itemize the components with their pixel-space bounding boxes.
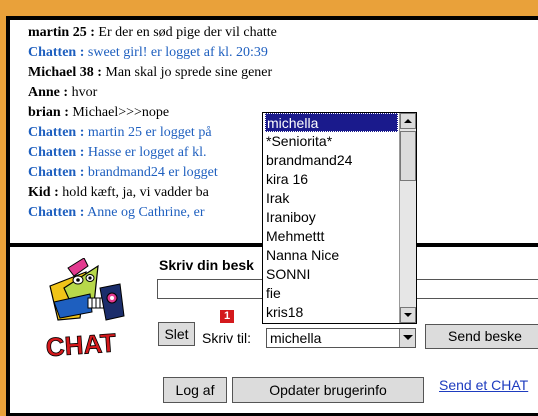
chevron-down-icon: [404, 313, 412, 317]
chat-message-separator: :: [60, 105, 69, 120]
dropdown-scrollbar[interactable]: [399, 113, 416, 323]
recipient-select[interactable]: michella: [266, 328, 416, 348]
send-chat-link[interactable]: Send et CHAT: [439, 377, 528, 393]
scroll-thumb[interactable]: [400, 131, 416, 181]
chat-message-author: Chatten: [28, 205, 77, 220]
chat-message-author: martin 25: [28, 25, 87, 40]
recipient-option[interactable]: Iraniboy: [265, 208, 399, 227]
compose-label: Skriv din besk: [159, 257, 254, 273]
recipient-option[interactable]: Irak: [265, 189, 399, 208]
chat-message-text: sweet girl! er logget af kl. 20:39: [84, 45, 268, 60]
chat-message-author: Chatten: [28, 145, 77, 160]
chat-message-text: Er der en sød pige der vil chatte: [94, 25, 277, 40]
recipient-select-value: michella: [270, 330, 322, 346]
chat-logo-text: CHAT: [45, 328, 117, 363]
write-to-label: Skriv til:: [202, 330, 251, 346]
chat-message-separator: :: [59, 85, 69, 100]
refresh-userinfo-button[interactable]: Opdater brugerinfo: [232, 377, 424, 403]
chat-message-text: Michael>>>nope: [68, 105, 170, 120]
chat-message: Chatten : sweet girl! er logget af kl. 2…: [28, 44, 268, 62]
chat-message: Chatten : martin 25 er logget på: [28, 124, 212, 142]
chat-message-author: Kid: [28, 185, 51, 200]
recipient-option[interactable]: Mehmettt: [265, 227, 399, 246]
chat-message-text: martin 25 er logget på: [84, 125, 212, 140]
chevron-up-icon: [404, 119, 412, 123]
chat-message-author: Michael 38: [28, 65, 94, 80]
chat-message-text: hvor: [68, 85, 98, 100]
chat-message: martin 25 : Er der en sød pige der vil c…: [28, 24, 277, 42]
chat-message: Kid : hold kæft, ja, vi vadder ba: [28, 184, 209, 202]
chat-message: Anne : hvor: [28, 84, 97, 102]
chat-message-text: Man skal jo sprede sine gener: [101, 65, 273, 80]
chat-message: Chatten : brandmand24 er logget: [28, 164, 218, 182]
chat-message-text: brandmand24 er logget: [84, 165, 218, 180]
chat-logo: CHAT: [44, 258, 125, 363]
dropdown-arrow-button[interactable]: [399, 329, 415, 347]
chat-message-author: Chatten: [28, 125, 77, 140]
recipient-option[interactable]: michella: [265, 113, 398, 132]
recipient-option[interactable]: brandmand24: [265, 151, 399, 170]
logout-button[interactable]: Log af: [163, 377, 227, 403]
chat-message: Chatten : Hasse er logget af kl.: [28, 144, 206, 162]
send-message-button[interactable]: Send beske: [425, 324, 538, 349]
recipient-option[interactable]: kris18: [265, 303, 399, 322]
recipient-option[interactable]: *Seniorita*: [265, 132, 399, 151]
recipient-option[interactable]: SONNI: [265, 265, 399, 284]
chevron-down-icon: [403, 335, 413, 340]
chat-message: Michael 38 : Man skal jo sprede sine gen…: [28, 64, 272, 82]
chat-message-author: Anne: [28, 85, 60, 100]
chat-message-text: Anne og Cathrine, er: [84, 205, 205, 220]
chat-message-separator: :: [50, 185, 59, 200]
chat-message-text: Hasse er logget af kl.: [84, 145, 207, 160]
scroll-down-button[interactable]: [400, 307, 416, 323]
chat-message: brian : Michael>>>nope: [28, 104, 169, 122]
chat-message-author: Chatten: [28, 165, 77, 180]
scroll-up-button[interactable]: [400, 113, 416, 129]
recipient-dropdown-list: michella *Seniorita* brandmand24 kira 16 Ira…: [262, 112, 417, 324]
recipient-option[interactable]: fie: [265, 284, 399, 303]
delete-button[interactable]: Slet: [158, 322, 195, 346]
chat-message-separator: :: [86, 25, 95, 40]
chat-message-author: brian: [28, 105, 61, 120]
chat-message-text: hold kæft, ja, vi vadder ba: [58, 185, 209, 200]
chat-message-separator: :: [93, 65, 102, 80]
recipient-option[interactable]: Nanna Nice: [265, 246, 399, 265]
chat-message-author: Chatten: [28, 45, 77, 60]
count-badge: 1: [220, 310, 234, 323]
chat-message: Chatten : Anne og Cathrine, er: [28, 204, 205, 222]
recipient-option[interactable]: kira 16: [265, 170, 399, 189]
